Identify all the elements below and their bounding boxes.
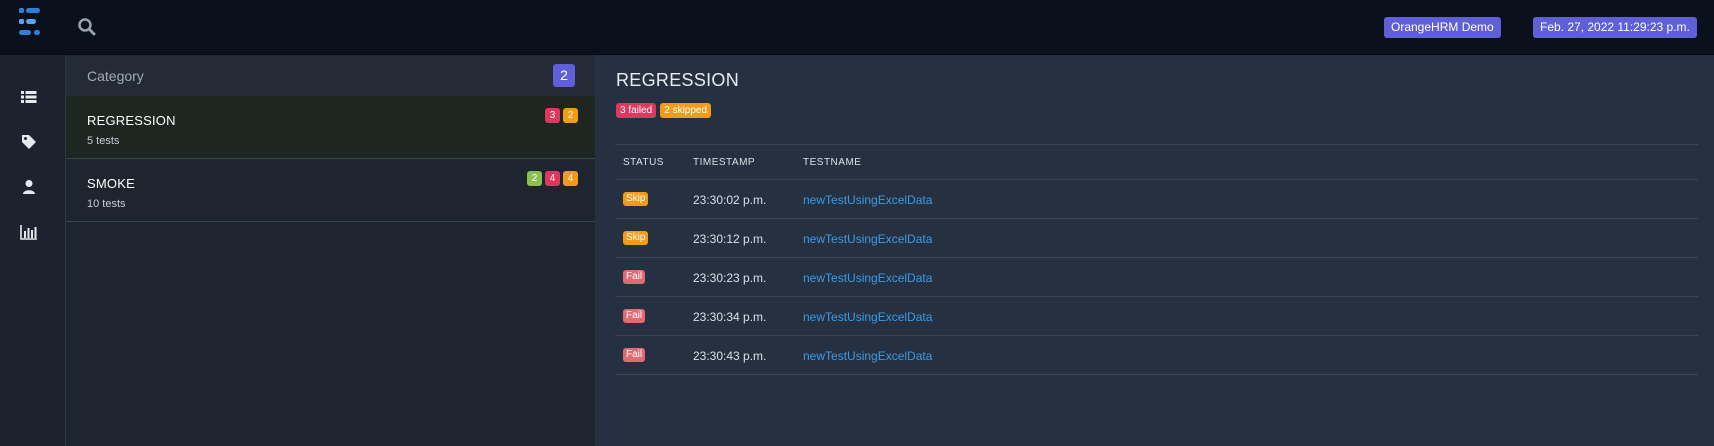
fail-count-badge: 4 (545, 171, 560, 186)
category-item-count: 10 tests (87, 198, 126, 210)
column-testname: TESTNAME (803, 157, 862, 168)
table-row: Fail 23:30:23 p.m. newTestUsingExcelData (615, 258, 1698, 297)
status-summary: 3 failed 2 skipped (616, 103, 712, 118)
table-row: Fail 23:30:43 p.m. newTestUsingExcelData (615, 336, 1698, 375)
skip-count-badge: 4 (563, 171, 578, 186)
category-item-regression[interactable]: REGRESSION 5 tests 3 2 (66, 96, 595, 159)
category-item-smoke[interactable]: SMOKE 10 tests 2 4 4 (66, 159, 595, 222)
detail-title: REGRESSION (616, 70, 740, 90)
status-badge: Skip (623, 192, 649, 206)
status-badge: Fail (623, 309, 646, 323)
fail-count-badge: 3 (545, 108, 560, 123)
test-name-link[interactable]: newTestUsingExcelData (803, 193, 932, 207)
row-timestamp: 23:30:34 p.m. (693, 310, 767, 324)
test-name-link[interactable]: newTestUsingExcelData (803, 310, 932, 324)
test-name-link[interactable]: newTestUsingExcelData (803, 271, 932, 285)
pass-count-badge: 2 (527, 171, 542, 186)
row-timestamp: 23:30:12 p.m. (693, 232, 767, 246)
category-item-count: 5 tests (87, 135, 120, 147)
top-bar: OrangeHRM Demo Feb. 27, 2022 11:29:23 p.… (0, 0, 1714, 55)
column-status: STATUS (623, 157, 664, 168)
category-item-name: SMOKE (87, 176, 135, 191)
status-badge: Skip (623, 231, 649, 245)
skipped-badge: 2 skipped (660, 103, 712, 118)
extent-logo-icon[interactable] (19, 8, 47, 44)
category-item-name: REGRESSION (87, 113, 176, 128)
table-row: Skip 23:30:12 p.m. newTestUsingExcelData (615, 219, 1698, 258)
left-nav (0, 55, 66, 446)
tests-table: STATUS TIMESTAMP TESTNAME Skip 23:30:02 … (615, 144, 1698, 375)
table-row: Fail 23:30:34 p.m. newTestUsingExcelData (615, 297, 1698, 336)
category-header: Category 2 (66, 55, 595, 96)
tag-icon[interactable] (19, 132, 39, 152)
category-item-badges: 3 2 (545, 108, 578, 123)
test-name-link[interactable]: newTestUsingExcelData (803, 232, 932, 246)
bar-chart-icon[interactable] (19, 222, 39, 242)
table-row: Skip 23:30:02 p.m. newTestUsingExcelData (615, 180, 1698, 219)
column-timestamp: TIMESTAMP (693, 157, 756, 168)
row-timestamp: 23:30:23 p.m. (693, 271, 767, 285)
test-name-link[interactable]: newTestUsingExcelData (803, 349, 932, 363)
detail-panel: REGRESSION 3 failed 2 skipped STATUS TIM… (595, 55, 1714, 446)
category-panel: Category 2 REGRESSION 5 tests 3 2 SMOKE … (66, 55, 595, 446)
row-timestamp: 23:30:02 p.m. (693, 193, 767, 207)
failed-badge: 3 failed (616, 103, 657, 118)
list-icon[interactable] (19, 87, 39, 107)
search-icon[interactable] (77, 17, 97, 37)
category-header-label: Category (87, 68, 144, 84)
table-header: STATUS TIMESTAMP TESTNAME (615, 145, 1698, 180)
datetime-badge: Feb. 27, 2022 11:29:23 p.m. (1533, 17, 1697, 38)
category-item-badges: 2 4 4 (527, 171, 578, 186)
status-badge: Fail (623, 348, 646, 362)
project-badge: OrangeHRM Demo (1384, 17, 1501, 38)
skip-count-badge: 2 (563, 108, 578, 123)
row-timestamp: 23:30:43 p.m. (693, 349, 767, 363)
user-icon[interactable] (19, 177, 39, 197)
category-count-badge: 2 (553, 64, 575, 87)
status-badge: Fail (623, 270, 646, 284)
